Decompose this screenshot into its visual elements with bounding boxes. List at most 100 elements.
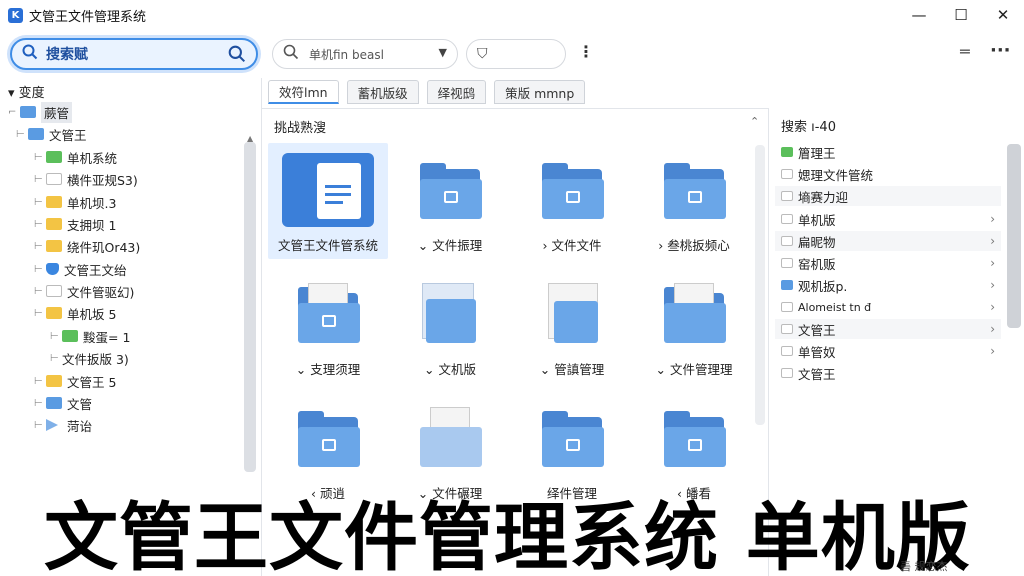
tile-caption: › 文件文件 xyxy=(542,238,602,253)
list-item[interactable]: 单管奴 › xyxy=(775,341,1001,361)
tree-item[interactable]: ⌐ 蕨管 xyxy=(8,101,73,123)
list-item[interactable]: 文管王 › xyxy=(775,319,1001,339)
chevron-right-icon[interactable]: › xyxy=(990,234,995,248)
kebab-menu-icon[interactable]: ⋮ xyxy=(578,42,594,61)
chevron-right-icon[interactable]: › xyxy=(990,212,995,226)
results-scrollbar[interactable] xyxy=(1007,144,1021,328)
folder-icon xyxy=(781,302,793,312)
toolbar: 搜索赋 单机fin beasl ▼ ⛉ ⋮ ═ ··· xyxy=(0,30,1024,78)
file-tile[interactable]: ⌄ 文件振理 xyxy=(390,143,510,259)
tree-item[interactable]: ⊢ 文件管驱幻) xyxy=(34,281,134,301)
folder-icon xyxy=(46,375,62,387)
tile-caption: › 叁桃扳频心 xyxy=(658,238,730,253)
list-item[interactable]: Alomeist tn đ › xyxy=(775,297,1001,317)
chevron-right-icon[interactable]: › xyxy=(990,344,995,358)
folder-icon xyxy=(781,346,793,356)
tree-scrollbar[interactable] xyxy=(244,142,256,472)
main-search-input[interactable]: 搜索赋 xyxy=(10,38,258,70)
folder-icon xyxy=(660,155,728,225)
tab-3[interactable]: 绎视鸱 xyxy=(426,80,487,104)
folder-icon xyxy=(538,403,606,473)
tree-item[interactable]: ⊢ 文管王文绐 xyxy=(34,259,127,279)
tree-item[interactable]: ⊢ 黢蛋= 1 xyxy=(50,326,130,346)
shield-icon xyxy=(46,263,59,275)
tab-1[interactable]: 效符lmn xyxy=(268,80,339,104)
tree-item[interactable]: ⊢ 横件亚规S3) xyxy=(34,169,138,189)
folder-icon xyxy=(46,196,62,208)
folder-icon xyxy=(416,279,484,349)
tab-4[interactable]: 策版 mmnp xyxy=(494,80,586,104)
tree-header[interactable]: ▾ 变度 xyxy=(8,82,45,101)
filter-icon: ⛉ xyxy=(477,46,488,62)
folder-icon xyxy=(62,330,78,342)
list-item[interactable]: 墒赛力迎 xyxy=(775,186,1001,206)
tile-caption: ⌄ 管謓管理 xyxy=(539,362,605,377)
tree-item[interactable]: ⊢ 单机坂 5 xyxy=(34,303,116,323)
menu-lines-icon[interactable]: ═ xyxy=(960,42,970,61)
folder-icon xyxy=(781,368,793,378)
play-icon xyxy=(46,419,58,431)
tree-item[interactable]: ⊢ 单机坝.3 xyxy=(34,192,116,212)
app-logo-icon: K xyxy=(8,7,23,23)
search-icon xyxy=(22,44,38,64)
folder-icon xyxy=(660,403,728,473)
minimize-button[interactable]: — xyxy=(898,0,940,30)
results-header: 搜索 ı-40 xyxy=(781,120,836,135)
folder-icon xyxy=(781,214,793,224)
close-button[interactable]: ✕ xyxy=(982,0,1024,30)
folder-icon xyxy=(46,397,62,409)
folder-icon xyxy=(781,147,793,157)
list-item[interactable]: 媤理文件管统 xyxy=(775,164,1001,184)
file-tile[interactable]: 文管王文件管系统 xyxy=(268,143,388,259)
tree-item[interactable]: ⊢ 绕件玑Or43) xyxy=(34,236,140,256)
folder-icon xyxy=(294,403,362,473)
folder-icon xyxy=(781,236,793,246)
more-options-icon[interactable]: ··· xyxy=(990,40,1011,61)
file-tile[interactable]: ⌄ 文件管理理 xyxy=(634,267,754,383)
tree-item[interactable]: ⊢ 文管 xyxy=(34,393,92,413)
folder-icon xyxy=(46,218,62,230)
folder-icon xyxy=(538,279,606,349)
folder-icon xyxy=(46,240,62,252)
tab-2[interactable]: 蓄机版级 xyxy=(346,80,419,104)
chevron-right-icon[interactable]: › xyxy=(990,278,995,292)
maximize-button[interactable]: ☐ xyxy=(940,0,982,30)
file-tile[interactable]: › 叁桃扳频心 xyxy=(634,143,754,259)
list-item[interactable]: 扁昵物 › xyxy=(775,231,1001,251)
status-text: 砉 规恋杰 xyxy=(900,560,948,573)
list-item[interactable]: 窑机贩 › xyxy=(775,253,1001,273)
list-item[interactable]: 观机扳p. › xyxy=(775,275,1001,295)
file-tile[interactable]: ⌄ 文机版 xyxy=(390,267,510,383)
list-item[interactable]: 单机版 › xyxy=(775,209,1001,229)
chevron-right-icon[interactable]: › xyxy=(990,300,995,314)
search-icon xyxy=(283,44,299,64)
grid-scrollbar[interactable] xyxy=(755,145,765,425)
file-tile[interactable]: ⌄ 管謓管理 xyxy=(512,267,632,383)
tree-item[interactable]: ⊢ 支拥坝 1 xyxy=(34,214,116,234)
tree-item[interactable]: ⊢ 菏诒 xyxy=(34,415,92,435)
list-item[interactable]: 篃理王 xyxy=(775,142,1001,162)
file-tile[interactable]: ⌄ 支理须理 xyxy=(268,267,388,383)
chevron-right-icon[interactable]: › xyxy=(990,322,995,336)
search-submit-icon[interactable] xyxy=(228,45,246,67)
chevron-up-icon[interactable]: ⌃ xyxy=(750,115,759,128)
folder-icon xyxy=(46,151,62,163)
chevron-right-icon[interactable]: › xyxy=(990,256,995,270)
file-tile[interactable]: › 文件文件 xyxy=(512,143,632,259)
tree-item[interactable]: ⊢ 单机系统 xyxy=(34,147,117,167)
folder-icon xyxy=(781,258,793,268)
folder-icon xyxy=(46,307,62,319)
folder-icon xyxy=(416,403,484,473)
tree-item[interactable]: ⊢ 文管王 xyxy=(16,124,87,144)
folder-icon xyxy=(28,128,44,140)
list-item[interactable]: 文管王 xyxy=(775,363,1001,383)
folder-icon xyxy=(46,285,62,297)
filter-button[interactable]: ⛉ xyxy=(466,39,566,69)
tree-item[interactable]: ⊢ 文管王 5 xyxy=(34,371,116,391)
secondary-search-input[interactable]: 单机fin beasl ▼ xyxy=(272,39,458,69)
folder-icon xyxy=(781,169,793,179)
tree-item[interactable]: ⊢ 文件扳版 3) xyxy=(50,348,129,368)
grid-header: 挑战熟溲 xyxy=(274,121,327,136)
chevron-down-icon[interactable]: ▼ xyxy=(439,46,447,59)
promo-banner-text: 文管王文件管理系统 单机版 xyxy=(44,495,971,576)
